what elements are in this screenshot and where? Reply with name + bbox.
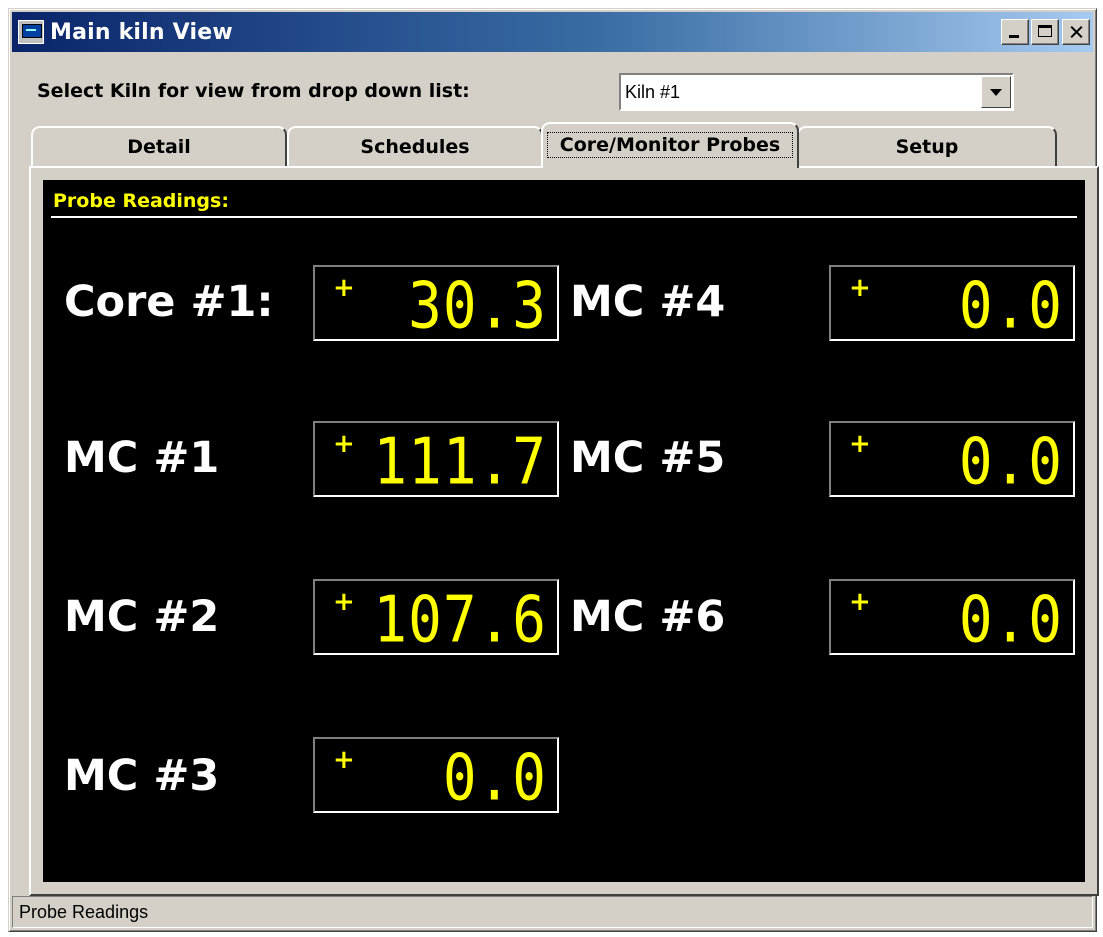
probe-value: 107.6: [373, 583, 547, 658]
tab-setup-label: Setup: [895, 136, 959, 158]
dropdown-arrow-icon[interactable]: [981, 76, 1011, 108]
probe-label-mc-4: MC #4: [570, 277, 726, 327]
probe-display-mc-6: + 0.0: [829, 579, 1075, 658]
app-monitor-icon[interactable]: [18, 20, 44, 44]
minimize-button[interactable]: [1001, 19, 1029, 45]
probe-label-mc-2: MC #2: [64, 592, 220, 642]
tab-setup[interactable]: Setup: [797, 126, 1057, 166]
heading-divider: [51, 216, 1077, 218]
probe-label-mc-6: MC #6: [570, 592, 726, 642]
maximize-button[interactable]: [1031, 19, 1059, 45]
probe-label-mc-1: MC #1: [64, 433, 220, 483]
status-bar: Probe Readings: [12, 896, 1093, 928]
probe-value: 0.0: [958, 269, 1063, 344]
probe-display-mc-3: + 0.0: [313, 737, 559, 816]
probe-readings-heading: Probe Readings:: [53, 190, 229, 212]
close-button[interactable]: [1062, 19, 1090, 45]
sign-indicator: +: [333, 745, 355, 775]
probe-display-mc-4: + 0.0: [829, 265, 1075, 344]
sign-indicator: +: [333, 587, 355, 617]
kiln-dropdown-value: Kiln #1: [625, 82, 681, 102]
window-title: Main kiln View: [50, 20, 233, 45]
probe-display-mc-5: + 0.0: [829, 421, 1075, 500]
kiln-select-label: Select Kiln for view from drop down list…: [37, 80, 470, 102]
sign-indicator: +: [849, 587, 871, 617]
sign-indicator: +: [333, 273, 355, 303]
tab-detail-label: Detail: [127, 136, 191, 158]
probe-label-mc-3: MC #3: [64, 751, 220, 801]
probe-value: 111.7: [373, 425, 547, 500]
probe-display-mc-1: + 111.7: [313, 421, 559, 500]
probe-readings-panel: Probe Readings: Core #1: + 30.3 MC #1 + …: [43, 180, 1085, 882]
probe-display-core-1: + 30.3: [313, 265, 559, 344]
title-bar[interactable]: Main kiln View: [12, 12, 1093, 52]
probe-label-mc-5: MC #5: [570, 433, 726, 483]
tab-detail[interactable]: Detail: [31, 126, 287, 166]
tab-core-monitor-probes-label: Core/Monitor Probes: [547, 132, 793, 158]
tab-panel: Probe Readings: Core #1: + 30.3 MC #1 + …: [29, 166, 1099, 896]
tab-schedules-label: Schedules: [360, 136, 470, 158]
kiln-dropdown[interactable]: Kiln #1: [619, 73, 1014, 111]
main-window: Main kiln View Select Kiln for view from…: [8, 8, 1099, 932]
sign-indicator: +: [333, 429, 355, 459]
sign-indicator: +: [849, 273, 871, 303]
probe-value: 0.0: [442, 741, 547, 816]
probe-value: 0.0: [958, 583, 1063, 658]
probe-value: 0.0: [958, 425, 1063, 500]
sign-indicator: +: [849, 429, 871, 459]
probe-label-core-1: Core #1:: [64, 277, 274, 327]
tab-schedules[interactable]: Schedules: [287, 126, 543, 166]
status-text: Probe Readings: [19, 902, 149, 922]
probe-display-mc-2: + 107.6: [313, 579, 559, 658]
tab-core-monitor-probes[interactable]: Core/Monitor Probes: [541, 122, 799, 168]
probe-value: 30.3: [408, 269, 547, 344]
